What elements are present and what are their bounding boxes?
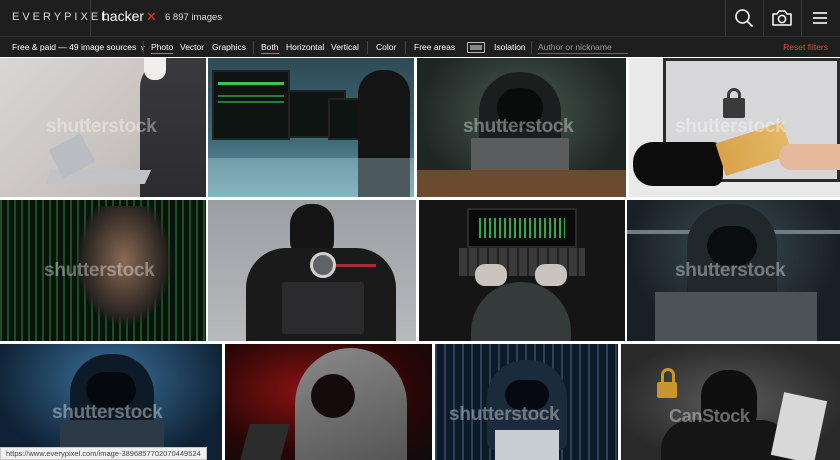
author-search-input[interactable] [538,40,628,54]
hand-shape [535,264,567,286]
image-tile[interactable] [208,58,414,197]
filter-orientation-vertical[interactable]: Vertical [331,42,359,52]
mask-shape [144,58,166,80]
magnifier-shape [310,252,336,278]
camera-icon [772,10,792,26]
image-tile[interactable]: shutterstock [435,344,618,460]
hooded-figure [471,282,571,341]
watermark: shutterstock [463,116,574,137]
status-bar-url: https://www.everypixel.com/image-3896857… [0,447,207,460]
divider [143,41,144,54]
image-tile[interactable]: shutterstock [629,58,840,197]
watermark: shutterstock [675,260,786,281]
image-tile[interactable]: shutterstock [627,200,840,341]
monitor-shape [328,98,362,140]
laptop-screen-shape [467,208,577,248]
menu-button[interactable] [801,0,839,36]
search-button[interactable] [725,0,763,36]
laptop-shape [282,282,364,334]
image-tile[interactable]: shutterstock [417,58,626,197]
red-line [336,264,376,267]
logo[interactable]: EVERYPIXEL [12,11,110,23]
sources-dropdown[interactable]: Free & paid — 49 image sources∨ [12,42,145,52]
filter-orientation-both[interactable]: Both [261,42,279,54]
camera-search-button[interactable] [763,0,801,36]
watermark: shutterstock [44,260,155,281]
filter-bar: Free & paid — 49 image sources∨ Photo Ve… [0,36,840,57]
top-bar: EVERYPIXEL hacker ✕ 6 897 images [0,0,840,36]
gloved-hand [633,142,723,186]
desk-shape [417,170,626,197]
face-shadow [311,374,355,418]
image-tile[interactable] [419,200,625,341]
filter-vector[interactable]: Vector [180,42,204,52]
watermark: CanStock [669,406,750,426]
divider [531,41,532,54]
divider [405,41,406,54]
image-tile[interactable] [208,200,416,341]
image-tile[interactable]: shutterstock [0,200,206,341]
laptop-shape [655,292,817,341]
divider [90,0,91,36]
image-count: 6 897 images [165,12,223,23]
desk-shape [208,158,414,197]
watermark: shutterstock [46,116,157,137]
laptop-shape [240,424,290,460]
hand-shape [475,264,507,286]
divider [253,41,254,54]
watermark: shutterstock [675,116,786,137]
hand-shape [779,144,840,170]
sources-label: Free & paid — 49 image sources [12,42,137,52]
filter-photo[interactable]: Photo [151,42,174,54]
image-tile[interactable]: CanStock [621,344,840,460]
image-tile[interactable]: shutterstock [0,344,222,460]
menu-icon [813,12,827,24]
paper-shape [770,392,828,460]
watermark: shutterstock [52,402,163,423]
filter-orientation-horizontal[interactable]: Horizontal [286,42,324,52]
clear-search-icon[interactable]: ✕ [146,10,157,24]
filter-isolation[interactable]: Isolation [494,42,526,52]
search-icon [735,9,754,28]
filter-graphics[interactable]: Graphics [212,42,246,52]
reset-filters-link[interactable]: Reset filters [783,42,828,52]
isolation-toggle[interactable] [467,42,485,53]
padlock-shackle [727,88,741,102]
watermark: shutterstock [449,404,560,425]
monitor-shape [212,70,290,140]
laptop-shape [495,430,559,460]
padlock-icon [657,382,677,398]
image-tile[interactable] [225,344,432,460]
filter-color[interactable]: Color [376,42,396,52]
image-tile[interactable]: shutterstock [0,58,206,197]
filter-free-areas[interactable]: Free areas [414,42,455,52]
divider [367,41,368,54]
search-query[interactable]: hacker [102,8,144,24]
